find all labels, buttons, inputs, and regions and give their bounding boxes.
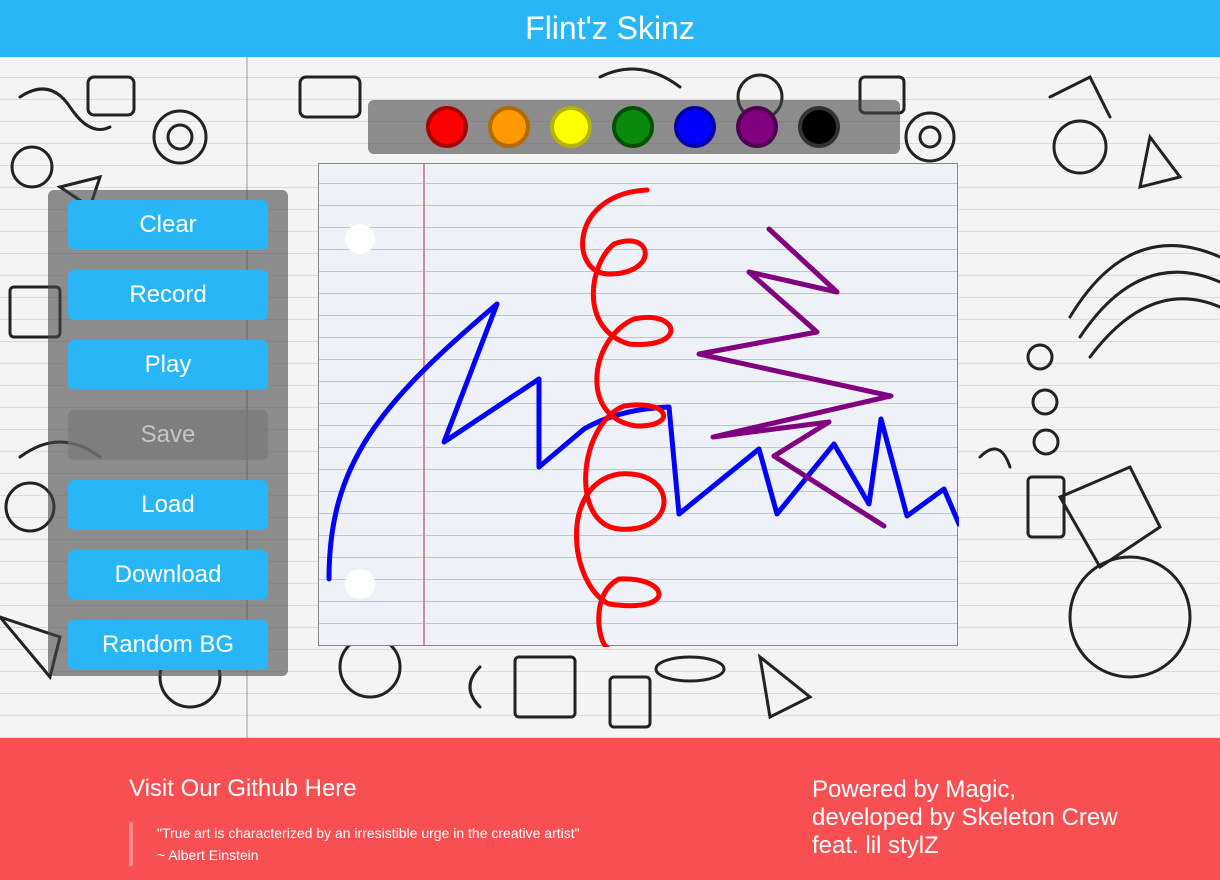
save-button[interactable]: Save [68,410,268,460]
color-swatch-blue[interactable] [674,106,716,148]
quote-text: "True art is characterized by an irresis… [157,825,580,841]
quote-block: "True art is characterized by an irresis… [129,822,580,866]
play-button[interactable]: Play [68,340,268,390]
control-panel: Clear Record Play Save Load Download Ran… [48,190,288,676]
credits: Powered by Magic, developed by Skeleton … [812,776,1118,860]
red-stroke [574,187,674,647]
purple-stroke [696,226,894,529]
footer: Visit Our Github Here "True art is chara… [0,738,1220,880]
credits-line-1: Powered by Magic, [812,776,1017,803]
drawing-canvas[interactable] [318,163,959,647]
credits-line-2: developed by Skeleton Crew [812,804,1118,831]
color-swatch-orange[interactable] [488,106,530,148]
download-button[interactable]: Download [68,550,268,600]
app-header: Flint'z Skinz [0,0,1220,57]
color-swatch-purple[interactable] [736,106,778,148]
color-swatch-green[interactable] [612,106,654,148]
color-swatch-red[interactable] [426,106,468,148]
credits-line-3: feat. lil stylZ [812,832,939,859]
app-title: Flint'z Skinz [525,10,695,46]
random-bg-button[interactable]: Random BG [68,620,268,670]
load-button[interactable]: Load [68,480,268,530]
record-button[interactable]: Record [68,270,268,320]
color-palette [368,100,900,154]
github-link[interactable]: Visit Our Github Here [129,775,357,803]
drawing-strokes [326,187,959,647]
quote-author: ~ Albert Einstein [157,847,259,863]
color-swatch-yellow[interactable] [550,106,592,148]
clear-button[interactable]: Clear [68,200,268,250]
color-swatch-black[interactable] [798,106,840,148]
